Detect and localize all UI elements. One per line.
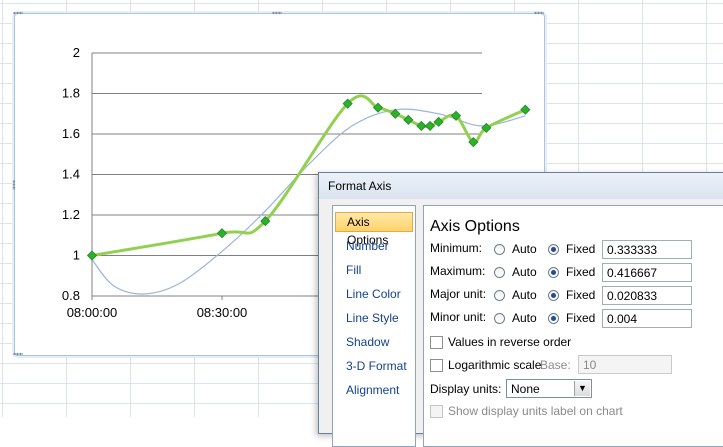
y-tick-label: 0.8 [62, 288, 80, 303]
nav-3d-format[interactable]: 3-D Format [335, 356, 413, 376]
y-tick-label: 1.2 [62, 207, 80, 222]
panel-heading: Axis Options [430, 218, 520, 235]
minimum-fixed-label[interactable]: Fixed [566, 242, 595, 256]
major-unit-fixed-radio[interactable] [548, 290, 559, 301]
maximum-fixed-label[interactable]: Fixed [566, 265, 595, 279]
nav-line-color[interactable]: Line Color [335, 284, 413, 304]
x-tick-label: 08:00:00 [67, 305, 118, 320]
y-axis-tick-labels: 0.8 1 1.2 1.4 1.6 1.8 2 [62, 45, 80, 303]
major-unit-label: Major unit: [430, 287, 487, 301]
minimum-value-input[interactable]: 0.333333 [602, 240, 692, 259]
major-unit-value-input[interactable]: 0.020833 [602, 286, 692, 305]
major-unit-auto-radio[interactable] [494, 290, 505, 301]
maximum-auto-radio[interactable] [494, 267, 505, 278]
display-units-value: None [511, 382, 540, 396]
show-units-checkbox [430, 405, 443, 418]
log-scale-checkbox[interactable] [430, 359, 443, 372]
x-tick-label: 08:30:00 [197, 305, 248, 320]
minimum-auto-label[interactable]: Auto [512, 242, 537, 256]
minor-unit-value-input[interactable]: 0.004 [602, 309, 692, 328]
minimum-auto-radio[interactable] [494, 244, 505, 255]
reverse-order-label[interactable]: Values in reverse order [448, 335, 571, 349]
minimum-fixed-radio[interactable] [548, 244, 559, 255]
nav-axis-options[interactable]: Axis Options [335, 212, 413, 247]
maximum-auto-label[interactable]: Auto [512, 265, 537, 279]
y-tick-label: 1.8 [62, 86, 80, 101]
display-units-label: Display units: [430, 382, 502, 396]
y-tick-label: 1.6 [62, 126, 80, 141]
reverse-order-checkbox[interactable] [430, 336, 443, 349]
data-point-marker [86, 250, 98, 261]
data-point-marker [216, 228, 228, 239]
major-unit-fixed-label[interactable]: Fixed [566, 288, 595, 302]
nav-alignment[interactable]: Alignment [335, 380, 413, 400]
maximum-fixed-radio[interactable] [548, 267, 559, 278]
base-label: Base: [540, 358, 571, 372]
nav-line-style[interactable]: Line Style [335, 308, 413, 328]
minimum-label: Minimum: [430, 241, 483, 255]
nav-number[interactable]: Number [335, 236, 413, 256]
nav-shadow[interactable]: Shadow [335, 332, 413, 352]
minor-unit-label: Minor unit: [430, 310, 487, 324]
y-tick-label: 2 [73, 45, 80, 60]
axis-options-panel: Axis Options Minimum: Auto Fixed 0.33333… [423, 205, 723, 447]
nav-fill[interactable]: Fill [335, 260, 413, 280]
dialog-title[interactable]: Format Axis [319, 173, 723, 199]
data-point-marker [424, 120, 436, 131]
display-units-select[interactable]: None ▼ [506, 379, 592, 398]
minor-unit-auto-radio[interactable] [494, 313, 505, 324]
options-nav: Axis Options Number Fill Line Color Line… [332, 205, 416, 447]
minor-unit-fixed-radio[interactable] [548, 313, 559, 324]
format-axis-dialog: Format Axis Axis Options Number Fill Lin… [318, 172, 723, 447]
data-point-marker [416, 120, 427, 131]
base-value-input: 10 [578, 355, 672, 374]
minor-unit-fixed-label[interactable]: Fixed [566, 311, 595, 325]
maximum-label: Maximum: [430, 264, 486, 278]
data-point-marker [520, 104, 531, 115]
chevron-down-icon[interactable]: ▼ [574, 381, 590, 396]
minor-unit-auto-label[interactable]: Auto [512, 311, 537, 325]
log-scale-label[interactable]: Logarithmic scale [448, 358, 541, 372]
maximum-value-input[interactable]: 0.416667 [602, 263, 692, 282]
show-units-label: Show display units label on chart [448, 404, 623, 418]
major-unit-auto-label[interactable]: Auto [512, 288, 537, 302]
y-tick-label: 1 [73, 248, 80, 263]
y-tick-label: 1.4 [62, 167, 80, 182]
